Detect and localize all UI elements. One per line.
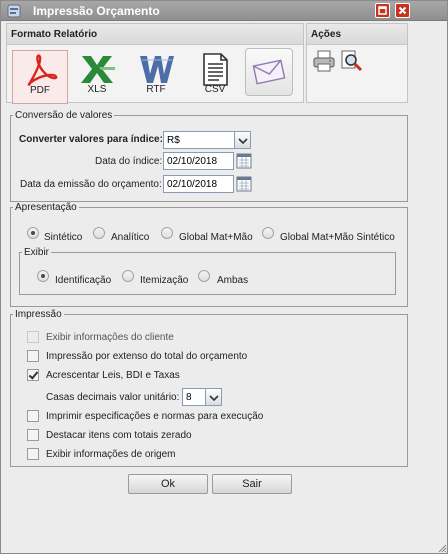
index-date-calendar-button[interactable] (236, 152, 252, 170)
radio-analitico-label[interactable]: Analítico (111, 232, 149, 243)
ok-button[interactable]: Ok (128, 474, 208, 494)
radio-identificacao-label[interactable]: Identificação (55, 275, 111, 286)
print-preview-icon (341, 50, 363, 72)
conversion-legend: Conversão de valores (15, 110, 113, 121)
report-dialog: Impressão Orçamento Formato Relatório PD… (0, 0, 448, 554)
format-panel-title: Formato Relatório (7, 24, 303, 45)
index-date-label: Data do índice: (95, 156, 163, 167)
printing-legend: Impressão (15, 309, 62, 320)
radio-ambas[interactable] (198, 270, 210, 282)
print-button[interactable] (311, 48, 337, 74)
chevron-down-icon (238, 138, 248, 145)
calendar-icon (236, 176, 252, 192)
radio-identificacao[interactable] (37, 270, 49, 282)
presentation-legend: Apresentação (15, 202, 77, 213)
chk-add-laws-bdi-taxes-label[interactable]: Acrescentar Leis, BDI e Taxas (46, 370, 180, 381)
maximize-icon (378, 6, 387, 15)
csv-format-label: CSV (204, 84, 226, 95)
csv-format-button[interactable]: CSV (187, 50, 243, 104)
app-icon (7, 4, 21, 18)
window-title: Impressão Orçamento (33, 4, 160, 18)
xls-format-label: XLS (87, 84, 107, 95)
format-panel: Formato Relatório PDF XLS RTF CSV (6, 23, 304, 104)
radio-global-mat-mao-label[interactable]: Global Mat+Mão (179, 232, 253, 243)
index-date-field[interactable] (163, 152, 234, 170)
currency-dropdown-button[interactable] (235, 131, 251, 149)
chk-client-info-label[interactable]: Exibir informações do cliente (46, 332, 174, 343)
chk-origin-info-label[interactable]: Exibir informações de origem (46, 449, 176, 460)
radio-global-mat-mao-sintetico-label[interactable]: Global Mat+Mão Sintético (280, 232, 395, 243)
resize-grip-icon[interactable] (437, 543, 447, 553)
chk-highlight-zero-totals[interactable] (27, 429, 39, 441)
chk-add-laws-bdi-taxes[interactable] (27, 369, 39, 381)
rtf-format-label: RTF (146, 84, 166, 95)
radio-itemizacao-label[interactable]: Itemização (140, 275, 188, 286)
close-button[interactable] (395, 3, 410, 18)
exit-button[interactable]: Sair (212, 474, 292, 494)
pdf-format-label: PDF (30, 85, 50, 96)
radio-sintetico[interactable] (27, 227, 39, 239)
csv-icon (203, 53, 228, 86)
currency-index-select[interactable] (163, 131, 235, 149)
radio-sintetico-label[interactable]: Sintético (44, 232, 82, 243)
actions-panel: Ações (306, 23, 408, 103)
chevron-down-icon (209, 395, 219, 402)
close-icon (398, 6, 407, 15)
title-bar[interactable]: Impressão Orçamento (1, 1, 447, 21)
xls-format-button[interactable]: XLS (69, 50, 125, 104)
emission-date-calendar-button[interactable] (236, 175, 252, 193)
decimals-select[interactable] (182, 388, 206, 406)
xls-icon (81, 56, 115, 83)
calendar-icon (236, 153, 252, 169)
radio-global-mat-mao[interactable] (161, 227, 173, 239)
convert-index-label: Converter valores para índice: (19, 134, 163, 145)
maximize-button[interactable] (375, 3, 390, 18)
chk-origin-info[interactable] (27, 448, 39, 460)
radio-analitico[interactable] (93, 227, 105, 239)
rtf-icon (140, 56, 174, 83)
chk-total-in-words-label[interactable]: Impressão por extenso do total do orçame… (46, 351, 247, 362)
printer-icon (313, 50, 335, 72)
chk-client-info[interactable] (27, 331, 39, 343)
emission-date-label: Data da emissão do orçamento: (20, 179, 162, 190)
chk-specifications-label[interactable]: Imprimir especificações e normas para ex… (46, 411, 263, 422)
radio-itemizacao[interactable] (122, 270, 134, 282)
emission-date-field[interactable] (163, 175, 234, 193)
decimals-label: Casas decimais valor unitário: (46, 392, 180, 403)
chk-total-in-words[interactable] (27, 350, 39, 362)
chk-specifications[interactable] (27, 410, 39, 422)
exibir-legend: Exibir (24, 247, 50, 258)
print-preview-button[interactable] (339, 48, 365, 74)
decimals-dropdown-button[interactable] (206, 388, 222, 406)
pdf-icon (27, 54, 58, 86)
rtf-format-button[interactable]: RTF (128, 50, 184, 104)
pdf-format-button[interactable]: PDF (12, 50, 68, 104)
chk-highlight-zero-totals-label[interactable]: Destacar itens com totais zerado (46, 430, 192, 441)
radio-ambas-label[interactable]: Ambas (217, 275, 248, 286)
email-icon (252, 59, 286, 85)
radio-global-mat-mao-sintetico[interactable] (262, 227, 274, 239)
actions-panel-title: Ações (307, 24, 407, 45)
email-button[interactable] (245, 48, 293, 96)
